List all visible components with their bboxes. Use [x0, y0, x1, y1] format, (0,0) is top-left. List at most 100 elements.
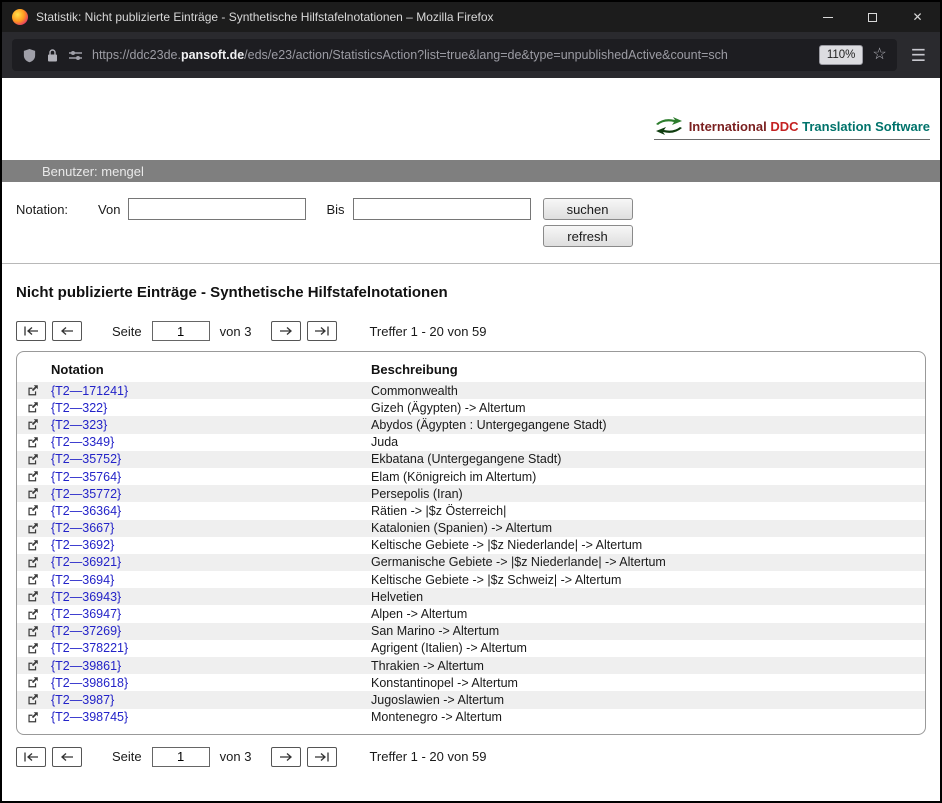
row-description: Ekbatana (Untergegangene Stadt) [371, 452, 925, 466]
suchen-button[interactable]: suchen [543, 198, 633, 220]
prev-page-button[interactable] [52, 747, 82, 767]
table-row: {T2—35772} Persepolis (Iran) [17, 485, 925, 502]
shield-icon[interactable] [22, 48, 37, 63]
bis-input[interactable] [353, 198, 531, 220]
table-row: {T2—36947} Alpen -> Altertum [17, 605, 925, 622]
open-entry-icon[interactable] [17, 625, 51, 638]
table-row: {T2—3692} Keltische Gebiete -> |$z Niede… [17, 537, 925, 554]
open-entry-icon[interactable] [17, 436, 51, 449]
open-entry-icon[interactable] [17, 522, 51, 535]
lock-icon[interactable] [46, 48, 59, 63]
row-notation-link[interactable]: {T2—37269} [51, 624, 371, 638]
first-page-button[interactable] [16, 321, 46, 341]
menu-icon[interactable]: ☰ [907, 47, 930, 64]
open-entry-icon[interactable] [17, 573, 51, 586]
permissions-icon[interactable] [68, 49, 83, 62]
open-entry-icon[interactable] [17, 608, 51, 621]
von-pages-label: von 3 [220, 324, 252, 339]
row-notation-link[interactable]: {T2—3694} [51, 573, 371, 587]
row-notation-link[interactable]: {T2—3667} [51, 521, 371, 535]
row-notation-link[interactable]: {T2—3349} [51, 435, 371, 449]
table-row: {T2—36921} Germanische Gebiete -> |$z Ni… [17, 554, 925, 571]
row-notation-link[interactable]: {T2—36364} [51, 504, 371, 518]
row-description: Elam (Königreich im Altertum) [371, 470, 925, 484]
maximize-button[interactable] [850, 2, 895, 32]
table-row: {T2—3667} Katalonien (Spanien) -> Altert… [17, 520, 925, 537]
table-row: {T2—171241} Commonwealth [17, 382, 925, 399]
open-entry-icon[interactable] [17, 487, 51, 500]
row-notation-link[interactable]: {T2—378221} [51, 641, 371, 655]
table-row: {T2—37269} San Marino -> Altertum [17, 623, 925, 640]
open-entry-icon[interactable] [17, 556, 51, 569]
page-number-input[interactable] [152, 747, 210, 767]
form-buttons: suchen refresh [543, 198, 633, 247]
open-entry-icon[interactable] [17, 642, 51, 655]
row-description: Helvetien [371, 590, 925, 604]
row-description: Thrakien -> Altertum [371, 659, 925, 673]
open-entry-icon[interactable] [17, 539, 51, 552]
open-entry-icon[interactable] [17, 504, 51, 517]
prev-page-icon [59, 752, 75, 762]
row-notation-link[interactable]: {T2—323} [51, 418, 371, 432]
firefox-icon [12, 9, 28, 25]
row-description: Juda [371, 435, 925, 449]
row-notation-link[interactable]: {T2—3692} [51, 538, 371, 552]
next-page-icon [278, 326, 294, 336]
open-entry-icon[interactable] [17, 470, 51, 483]
row-description: Katalonien (Spanien) -> Altertum [371, 521, 925, 535]
row-notation-link[interactable]: {T2—35764} [51, 470, 371, 484]
refresh-button[interactable]: refresh [543, 225, 633, 247]
row-notation-link[interactable]: {T2—39861} [51, 659, 371, 673]
window-controls: ✕ [805, 2, 940, 32]
row-notation-link[interactable]: {T2—36943} [51, 590, 371, 604]
close-button[interactable]: ✕ [895, 2, 940, 32]
last-page-button[interactable] [307, 321, 337, 341]
open-entry-icon[interactable] [17, 418, 51, 431]
row-notation-link[interactable]: {T2—35752} [51, 452, 371, 466]
von-pages-label: von 3 [220, 749, 252, 764]
minimize-button[interactable] [805, 2, 850, 32]
table-row: {T2—39861} Thrakien -> Altertum [17, 657, 925, 674]
prev-page-button[interactable] [52, 321, 82, 341]
bookmark-star-icon[interactable]: ☆ [872, 47, 886, 63]
open-entry-icon[interactable] [17, 693, 51, 706]
divider [2, 263, 940, 264]
table-row: {T2—3987} Jugoslawien -> Altertum [17, 691, 925, 708]
url-host: pansoft.de [181, 48, 244, 62]
row-notation-link[interactable]: {T2—171241} [51, 384, 371, 398]
von-input[interactable] [128, 198, 306, 220]
last-page-button[interactable] [307, 747, 337, 767]
row-notation-link[interactable]: {T2—35772} [51, 487, 371, 501]
url-bar[interactable]: https://ddc23de.pansoft.de/eds/e23/actio… [12, 39, 897, 71]
table-row: {T2—322} Gizeh (Ägypten) -> Altertum [17, 399, 925, 416]
maximize-icon [868, 13, 877, 22]
row-description: Montenegro -> Altertum [371, 710, 925, 724]
pagination-bottom: Seite von 3 Treffer 1 - 20 von 59 [16, 747, 926, 767]
row-notation-link[interactable]: {T2—398745} [51, 710, 371, 724]
table-row: {T2—398745} Montenegro -> Altertum [17, 709, 925, 726]
next-page-button[interactable] [271, 747, 301, 767]
row-notation-link[interactable]: {T2—36947} [51, 607, 371, 621]
table-row: {T2—36364} Rätien -> |$z Österreich| [17, 502, 925, 519]
open-entry-icon[interactable] [17, 590, 51, 603]
open-entry-icon[interactable] [17, 384, 51, 397]
open-entry-icon[interactable] [17, 711, 51, 724]
seite-label: Seite [112, 324, 142, 339]
row-notation-link[interactable]: {T2—398618} [51, 676, 371, 690]
row-notation-link[interactable]: {T2—322} [51, 401, 371, 415]
page-number-input[interactable] [152, 321, 210, 341]
zoom-level-badge[interactable]: 110% [819, 45, 864, 65]
open-entry-icon[interactable] [17, 453, 51, 466]
open-entry-icon[interactable] [17, 659, 51, 672]
row-notation-link[interactable]: {T2—3987} [51, 693, 371, 707]
ddc-logo-icon [654, 116, 684, 136]
open-entry-icon[interactable] [17, 401, 51, 414]
first-page-button[interactable] [16, 747, 46, 767]
next-page-button[interactable] [271, 321, 301, 341]
open-entry-icon[interactable] [17, 676, 51, 689]
url-text: https://ddc23de.pansoft.de/eds/e23/actio… [92, 48, 810, 62]
table-row: {T2—35752} Ekbatana (Untergegangene Stad… [17, 451, 925, 468]
column-header-beschreibung: Beschreibung [371, 362, 925, 377]
table-row: {T2—398618} Konstantinopel -> Altertum [17, 674, 925, 691]
row-notation-link[interactable]: {T2—36921} [51, 555, 371, 569]
